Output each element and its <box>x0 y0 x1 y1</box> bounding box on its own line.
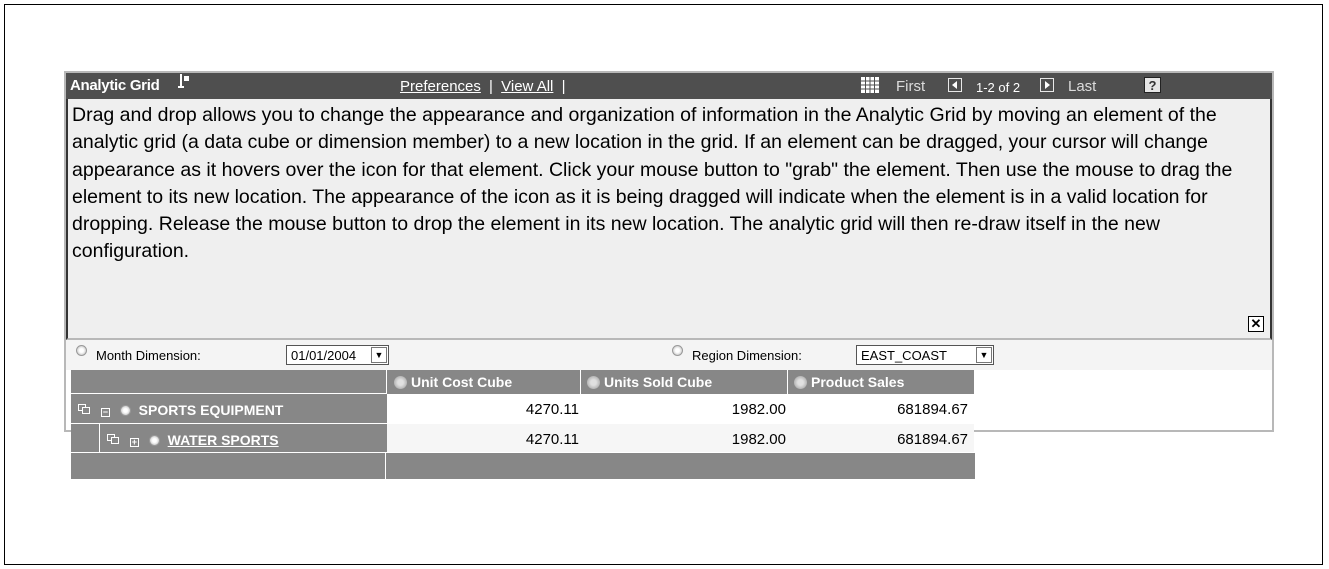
region-dimension-value: EAST_COAST <box>861 348 947 363</box>
grid-corner-cell <box>71 370 387 394</box>
dimension-bar: Month Dimension: 01/01/2004 ▼ Region Dim… <box>66 340 1272 370</box>
expand-icon[interactable]: + <box>129 438 139 447</box>
row-range: 1-2 of 2 <box>976 80 1021 95</box>
column-header-units-sold[interactable]: Units Sold Cube <box>581 370 788 394</box>
close-icon[interactable]: ✕ <box>1248 316 1264 332</box>
hierarchy-icon[interactable] <box>107 434 120 445</box>
member-radio[interactable] <box>148 435 160 446</box>
cell-unit-cost-1: 4270.11 <box>387 394 581 424</box>
grid-footer-bar <box>71 452 975 479</box>
analytic-grid-panel: Analytic Grid Preferences | View All | F… <box>64 71 1274 454</box>
preferences-link[interactable]: Preferences <box>400 78 481 95</box>
region-dimension-radio[interactable] <box>672 345 683 356</box>
grid-title: Analytic Grid <box>70 77 160 94</box>
member-radio[interactable] <box>119 405 131 416</box>
last-link[interactable]: Last <box>1068 78 1096 95</box>
column-header-unit-cost[interactable]: Unit Cost Cube <box>387 370 581 394</box>
region-dimension-label: Region Dimension: <box>692 348 802 363</box>
view-all-link[interactable]: View All <box>501 78 553 95</box>
chevron-down-icon[interactable]: ▼ <box>976 347 992 363</box>
drag-drop-instructions: Drag and drop allows you to change the a… <box>66 99 1272 340</box>
cell-unit-cost-2: 4270.11 <box>387 424 581 454</box>
grid-header-bar: Analytic Grid Preferences | View All | F… <box>66 73 1272 99</box>
cell-units-sold-1: 1982.00 <box>581 394 788 424</box>
hierarchy-icon[interactable] <box>78 404 91 415</box>
region-dimension-select[interactable]: EAST_COAST ▼ <box>856 345 994 365</box>
grid-view-icon[interactable] <box>861 77 879 98</box>
link-separator: | <box>561 78 566 95</box>
cell-product-sales-2: 681894.67 <box>788 424 974 454</box>
cube-icon[interactable] <box>587 376 600 389</box>
cell-units-sold-2: 1982.00 <box>581 424 788 454</box>
column-header-product-sales[interactable]: Product Sales <box>788 370 974 394</box>
row-label-link[interactable]: WATER SPORTS <box>168 432 279 448</box>
cell-product-sales-1: 681894.67 <box>788 394 974 424</box>
row-indent-cell <box>71 424 99 454</box>
help-icon[interactable]: ? <box>1144 77 1161 95</box>
cube-icon[interactable] <box>794 376 807 389</box>
month-dimension-radio[interactable] <box>76 345 87 356</box>
next-arrow-icon[interactable] <box>1040 78 1054 97</box>
link-separator: | <box>489 78 493 95</box>
collapse-icon[interactable]: − <box>100 408 110 417</box>
cube-icon[interactable] <box>394 376 407 389</box>
chevron-down-icon[interactable]: ▼ <box>371 347 387 363</box>
instructions-text: Drag and drop allows you to change the a… <box>72 104 1233 263</box>
row-header-sports-equipment[interactable]: − SPORTS EQUIPMENT <box>71 394 387 424</box>
analytic-grid-table: Unit Cost Cube Units Sold Cube Product S… <box>66 370 1272 454</box>
header-links: Preferences | View All | <box>400 78 569 95</box>
month-dimension-value: 01/01/2004 <box>291 348 357 363</box>
month-dimension-label: Month Dimension: <box>96 348 201 363</box>
row-header-water-sports[interactable]: + WATER SPORTS <box>99 424 387 454</box>
previous-arrow-icon[interactable] <box>948 78 962 97</box>
first-link[interactable]: First <box>896 78 925 95</box>
drag-handle-icon[interactable] <box>178 74 190 91</box>
grid-footer-divider <box>385 452 386 479</box>
row-label: SPORTS EQUIPMENT <box>138 402 284 418</box>
month-dimension-select[interactable]: 01/01/2004 ▼ <box>286 345 389 365</box>
